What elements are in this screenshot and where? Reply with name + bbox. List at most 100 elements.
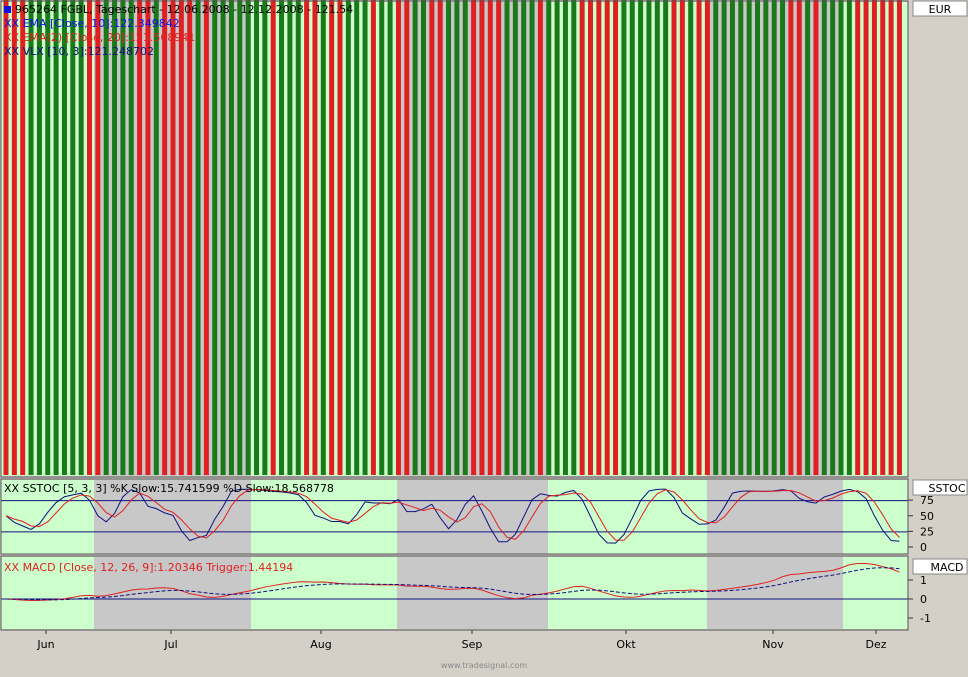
- volume-bar: [696, 0, 702, 475]
- volume-bar: [195, 0, 201, 475]
- volume-bar: [654, 0, 660, 475]
- volume-bar: [329, 0, 335, 475]
- volume-bar: [446, 0, 452, 475]
- volume-bar: [629, 0, 635, 475]
- volume-bar: [479, 0, 485, 475]
- volume-bar: [880, 0, 886, 475]
- volume-bar: [187, 0, 193, 475]
- volume-bar: [613, 0, 619, 475]
- volume-bar: [370, 0, 376, 475]
- volume-bar: [270, 0, 276, 475]
- volume-bar: [203, 0, 209, 475]
- volume-bar: [888, 0, 894, 476]
- month-label: Jun: [36, 638, 54, 651]
- volume-bar: [529, 0, 535, 475]
- volume-bar: [137, 0, 143, 475]
- macd-label: XX MACD [Close, 12, 26, 9]:1.20346 Trigg…: [4, 561, 293, 574]
- volume-bar: [3, 0, 9, 475]
- volume-bar: [646, 0, 652, 475]
- volume-bar: [354, 0, 360, 475]
- volume-bar: [487, 0, 493, 475]
- vlx-label: XX VLX [10, 3]:121.248702: [4, 45, 154, 58]
- volume-bar: [671, 0, 677, 475]
- volume-bar: [254, 0, 259, 475]
- macd-tick-label: 0: [920, 593, 927, 606]
- chart-canvas: 1071081091101111121131141151161171181191…: [0, 0, 968, 673]
- volume-bar: [679, 0, 685, 475]
- volume-bar: [87, 0, 92, 475]
- volume-bar: [663, 0, 669, 475]
- volume-bar: [120, 0, 126, 475]
- month-label: Dez: [865, 638, 886, 651]
- volume-bar: [437, 0, 443, 475]
- volume-bar: [312, 0, 318, 475]
- volume-bar: [830, 0, 836, 475]
- sstoc-label: XX SSTOC [5, 3, 3] %K Slow:15.741599 %D …: [4, 482, 334, 495]
- volume-bar: [304, 0, 310, 475]
- ema10-label: XX EMA [Close, 10]:122.349842: [4, 17, 180, 30]
- volume-bar: [738, 0, 744, 475]
- volume-bar: [379, 0, 385, 475]
- volume-bar: [70, 0, 76, 475]
- volume-bar: [554, 0, 560, 475]
- volume-bar: [237, 0, 243, 475]
- sstoc-tick-label: 0: [920, 541, 927, 554]
- volume-bar: [95, 0, 101, 475]
- volume-bar: [471, 0, 477, 475]
- volume-bar: [571, 0, 577, 475]
- volume-bar: [11, 0, 17, 475]
- volume-bar: [262, 0, 268, 475]
- volume-bar: [863, 0, 869, 475]
- volume-bar: [178, 0, 184, 475]
- month-label: Okt: [616, 638, 636, 651]
- volume-bar: [220, 0, 226, 475]
- volume-bar: [153, 0, 159, 475]
- volume-bar: [604, 0, 610, 475]
- month-band: [707, 557, 843, 629]
- volume-bar: [796, 0, 802, 475]
- volume-bar: [704, 0, 710, 475]
- volume-bar: [295, 0, 301, 475]
- volume-bar: [454, 0, 460, 475]
- volume-bar: [788, 0, 794, 475]
- volume-bar: [838, 0, 844, 475]
- volume-bar: [20, 0, 26, 475]
- volume-bar: [170, 0, 176, 475]
- volume-bar: [287, 0, 293, 475]
- volume-bar: [78, 0, 84, 475]
- volume-bar: [896, 0, 902, 475]
- volume-bar: [755, 0, 760, 475]
- month-band: [397, 480, 548, 554]
- volume-bar: [162, 0, 168, 475]
- month-label: Nov: [762, 638, 784, 651]
- macd-tick-label: 1: [920, 574, 927, 587]
- volume-bar: [61, 0, 67, 475]
- volume-bar: [45, 0, 51, 475]
- volume-bar: [588, 0, 593, 475]
- series-icon: [4, 6, 11, 13]
- price-chart[interactable]: 1071081091101111121131141151161171181191…: [0, 0, 968, 673]
- volume-bar: [713, 0, 719, 475]
- volume-bar: [145, 0, 151, 475]
- volume-bar: [780, 0, 786, 475]
- volume-bar: [805, 0, 811, 475]
- volume-bar: [855, 0, 861, 475]
- volume-bar: [871, 0, 877, 475]
- volume-bar: [504, 0, 510, 475]
- sstoc-tick-label: 50: [920, 510, 934, 523]
- month-band: [397, 557, 548, 629]
- volume-bar: [212, 0, 218, 475]
- volume-bar: [763, 0, 769, 475]
- macd-tag: MACD: [931, 561, 964, 574]
- volume-bar: [429, 0, 435, 475]
- volume-bar: [521, 0, 527, 475]
- currency-label: EUR: [929, 3, 952, 16]
- volume-bar: [345, 0, 351, 475]
- volume-bar: [28, 0, 34, 475]
- volume-bar: [579, 0, 585, 475]
- volume-bar: [362, 0, 368, 475]
- volume-bar: [228, 0, 234, 475]
- volume-bar: [462, 0, 468, 475]
- sstoc-tick-label: 25: [920, 525, 934, 538]
- main-title: 965264 FGBL, Tageschart - 12.06.2008 - 1…: [15, 3, 353, 16]
